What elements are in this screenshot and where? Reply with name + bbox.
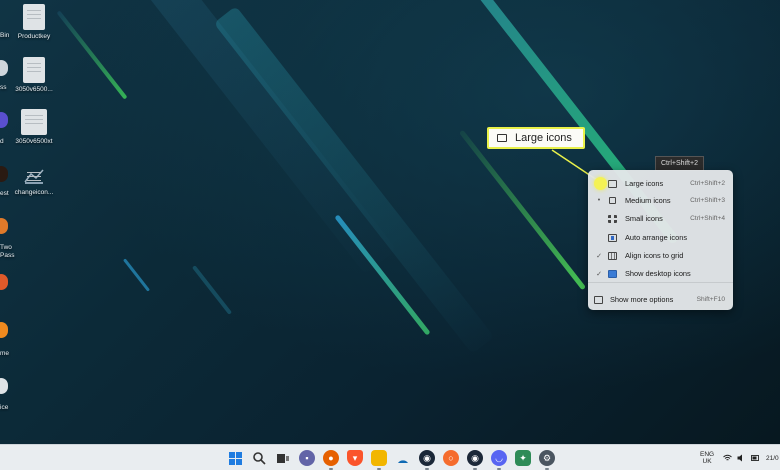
task-view-icon (277, 454, 289, 463)
wifi-icon[interactable] (723, 454, 732, 462)
text-file-icon (23, 57, 45, 83)
firefox-icon: ● (328, 453, 334, 463)
desktop[interactable]: Bin ss d est Two Pass me ice Productkey … (0, 0, 780, 444)
brave-button[interactable]: ▾ (347, 450, 363, 466)
steam-icon: ◉ (471, 452, 479, 463)
menu-item-small-icons[interactable]: Small icons Ctrl+Shift+4 (592, 210, 729, 227)
steam-button[interactable]: ◉ (419, 450, 435, 470)
menu-item-align-to-grid[interactable]: ✓ Align icons to grid (592, 247, 729, 264)
app-icon (398, 460, 408, 463)
gear-icon: ⚙ (542, 452, 552, 463)
app-button[interactable] (395, 450, 411, 466)
more-options-icon (594, 295, 603, 304)
menu-item-show-desktop-icons[interactable]: ✓ Show desktop icons (592, 265, 729, 282)
settings-button[interactable]: ⚙ (539, 450, 555, 470)
desktop-icon-3050-file[interactable]: 3050v6500... (6, 57, 62, 94)
desktop-icon-label: d (0, 138, 4, 145)
discord-icon: ◡ (495, 452, 503, 463)
search-button[interactable] (251, 450, 267, 466)
app-button-2[interactable]: ✦ (515, 450, 531, 466)
menu-item-large-icons[interactable]: Large icons Ctrl+Shift+2 (592, 175, 729, 192)
origin-icon: ○ (448, 453, 454, 463)
large-icons-icon (497, 134, 507, 142)
shortcut-icon (23, 166, 45, 186)
desktop-icon-label: Two Pass (0, 244, 15, 259)
large-icons-icon (608, 179, 617, 188)
file-explorer-button[interactable] (371, 450, 387, 470)
menu-item-medium-icons[interactable]: • Medium icons Ctrl+Shift+3 (592, 192, 729, 209)
desktop-icon-partial[interactable] (0, 218, 8, 234)
cursor-highlight (594, 177, 607, 190)
desktop-icon-changeicon[interactable]: changeicon... (6, 166, 62, 197)
text-file-icon (23, 4, 45, 30)
auto-arrange-icon (608, 233, 617, 242)
discord-button[interactable]: ◡ (491, 450, 507, 470)
desktop-icon-label: 3050v6500xt (15, 138, 53, 145)
large-icons-callout: Large icons (487, 127, 585, 149)
callout-label: Large icons (515, 132, 572, 144)
volume-icon[interactable] (737, 454, 746, 462)
checkmark-icon: ✓ (596, 252, 602, 260)
desktop-icon-3050-doc[interactable]: 3050v6500xt (6, 109, 62, 146)
desktop-icon-label: Productkey (17, 33, 51, 40)
desktop-icon-partial[interactable] (0, 274, 8, 290)
search-icon (253, 452, 266, 465)
app-icon: ✦ (519, 452, 527, 463)
brave-icon: ▾ (352, 452, 358, 463)
align-grid-icon (608, 251, 617, 260)
taskbar: ▪ ● ▾ ◉ ○ ◉ ◡ ✦ ⚙ ENG UK 21/0 (0, 444, 780, 470)
task-view-button[interactable] (275, 450, 291, 466)
steam-icon: ◉ (423, 452, 431, 463)
menu-item-auto-arrange[interactable]: Auto arrange icons (592, 229, 729, 246)
battery-icon[interactable] (751, 454, 760, 462)
desktop-icon-partial[interactable] (0, 378, 8, 394)
menu-item-show-more-options[interactable]: Show more options Shift+F10 (594, 291, 729, 308)
shortcut-tooltip: Ctrl+Shift+2 (655, 156, 704, 171)
desktop-icon-label: me (0, 350, 10, 357)
small-icons-icon (608, 214, 617, 223)
clock[interactable]: 21/0 (766, 455, 779, 462)
language-indicator[interactable]: ENG UK (700, 451, 714, 465)
view-submenu: Large icons Ctrl+Shift+2 • Medium icons … (588, 170, 733, 310)
desktop-icon-partial[interactable] (0, 322, 8, 338)
chat-button[interactable]: ▪ (299, 450, 315, 466)
desktop-icon-label: changeicon... (14, 189, 54, 196)
desktop-icon-label: 3050v6500... (15, 86, 53, 93)
desktop-icon-label: ice (0, 404, 9, 411)
firefox-button[interactable]: ● (323, 450, 339, 470)
document-icon (21, 109, 47, 135)
show-desktop-icon (608, 269, 617, 278)
menu-separator (588, 282, 733, 283)
chat-icon: ▪ (305, 453, 309, 463)
desktop-icon-productkey[interactable]: Productkey (6, 4, 62, 41)
checkmark-icon: ✓ (596, 270, 602, 278)
origin-button[interactable]: ○ (443, 450, 459, 466)
selected-bullet-icon: • (597, 197, 601, 204)
steam-button-2[interactable]: ◉ (467, 450, 483, 470)
medium-icons-icon (609, 197, 616, 204)
start-button[interactable] (227, 450, 243, 466)
windows-logo-icon (228, 451, 242, 465)
